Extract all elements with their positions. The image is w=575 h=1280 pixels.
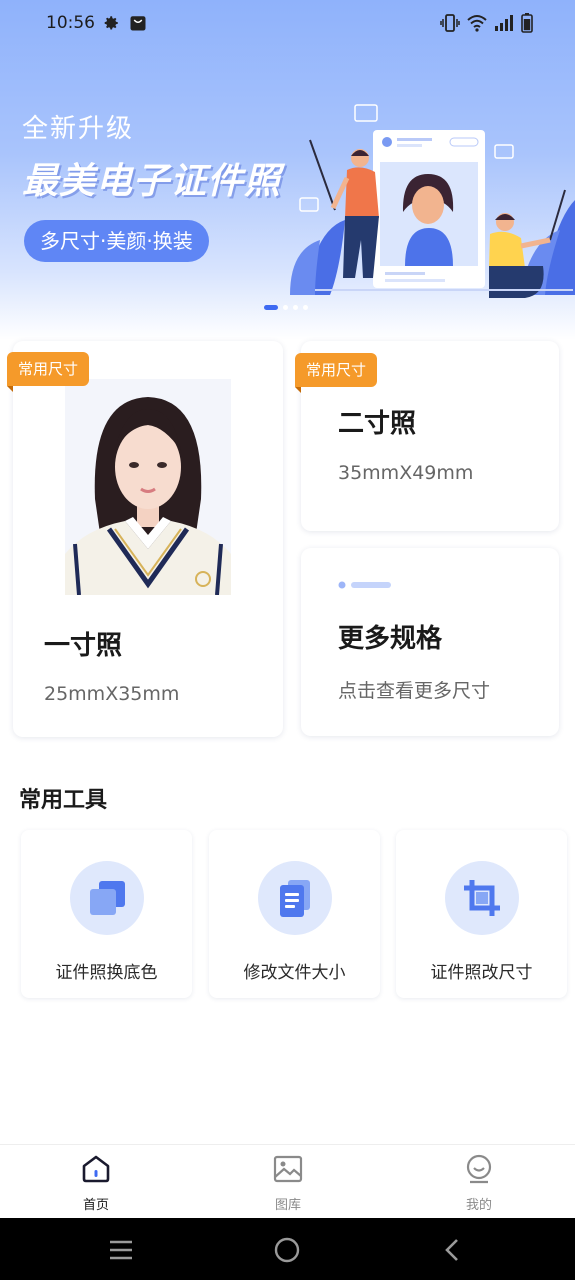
crop-icon bbox=[445, 861, 519, 935]
pagination-dot bbox=[293, 305, 298, 310]
one-inch-title: 一寸照 bbox=[44, 631, 123, 661]
gallery-icon bbox=[273, 1155, 303, 1183]
gear-icon bbox=[104, 16, 118, 30]
tools-section-title: 常用工具 bbox=[19, 788, 108, 813]
two-inch-size: 35mmX49mm bbox=[338, 462, 474, 484]
system-navigation-bar bbox=[0, 1218, 575, 1280]
tool-label: 修改文件大小 bbox=[243, 963, 346, 983]
tab-home[interactable]: 首页 bbox=[36, 1145, 156, 1219]
status-time: 10:56 bbox=[46, 13, 95, 33]
layers-icon bbox=[70, 861, 144, 935]
more-sizes-card[interactable]: 更多规格 点击查看更多尺寸 bbox=[301, 548, 559, 736]
change-size-tool[interactable]: 证件照改尺寸 bbox=[396, 830, 567, 998]
banner-feature-pill: 多尺寸·美颜·换装 bbox=[24, 220, 209, 262]
pagination-dot-active bbox=[264, 305, 278, 310]
tool-label: 证件照换底色 bbox=[55, 963, 158, 983]
common-size-tag: 常用尺寸 bbox=[295, 353, 378, 393]
profile-icon bbox=[466, 1154, 492, 1184]
more-sizes-title: 更多规格 bbox=[338, 624, 443, 654]
battery-icon bbox=[521, 13, 533, 33]
tab-label: 图库 bbox=[274, 1198, 301, 1213]
banner-illustration bbox=[290, 104, 575, 298]
two-inch-title: 二寸照 bbox=[338, 409, 417, 439]
banner-pagination bbox=[264, 305, 308, 310]
signal-icon bbox=[495, 15, 513, 31]
more-sizes-desc: 点击查看更多尺寸 bbox=[338, 680, 491, 702]
back-icon[interactable] bbox=[440, 1237, 466, 1263]
tab-gallery[interactable]: 图库 bbox=[228, 1145, 348, 1219]
decorative-dash-icon bbox=[338, 581, 391, 589]
one-inch-photo-card[interactable]: 一寸照 25mmX35mm bbox=[13, 341, 283, 737]
menu-icon[interactable] bbox=[108, 1237, 134, 1263]
home-icon bbox=[82, 1155, 110, 1183]
tab-mine[interactable]: 我的 bbox=[419, 1145, 539, 1219]
vibrate-icon bbox=[440, 14, 460, 32]
one-inch-size: 25mmX35mm bbox=[44, 683, 180, 705]
banner-subtitle: 全新升级 bbox=[22, 114, 135, 144]
tool-label: 证件照改尺寸 bbox=[430, 963, 533, 983]
bag-icon bbox=[130, 16, 146, 31]
tab-label: 首页 bbox=[82, 1198, 109, 1213]
bottom-tab-bar: 首页 图库 我的 bbox=[0, 1144, 575, 1218]
pagination-dot bbox=[283, 305, 288, 310]
banner-title: 最美电子证件照 bbox=[22, 161, 282, 202]
wifi-icon bbox=[467, 15, 487, 32]
common-size-tag: 常用尺寸 bbox=[7, 352, 90, 392]
document-icon bbox=[258, 861, 332, 935]
pagination-dot bbox=[303, 305, 308, 310]
promo-banner[interactable]: 全新升级 最美电子证件照 多尺寸·美颜·换装 bbox=[0, 80, 575, 320]
change-background-tool[interactable]: 证件照换底色 bbox=[21, 830, 192, 998]
sample-portrait-image bbox=[65, 379, 231, 595]
status-bar: 10:56 bbox=[0, 0, 575, 48]
resize-file-tool[interactable]: 修改文件大小 bbox=[209, 830, 380, 998]
home-circle-icon[interactable] bbox=[274, 1237, 300, 1263]
tab-label: 我的 bbox=[465, 1198, 492, 1213]
